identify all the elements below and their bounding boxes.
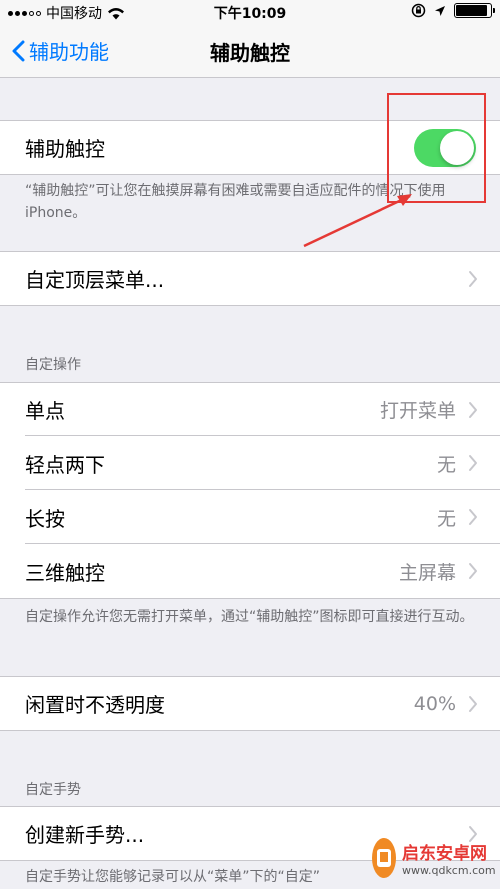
chevron-right-icon xyxy=(469,455,477,471)
watermark-logo-icon xyxy=(372,838,396,878)
action-row-double-tap[interactable]: 轻点两下 无 xyxy=(0,436,500,490)
action-label: 长按 xyxy=(25,506,65,531)
action-row-long-press[interactable]: 长按 无 xyxy=(0,490,500,544)
chevron-right-icon xyxy=(469,695,477,712)
action-label: 三维触控 xyxy=(25,560,105,585)
chevron-right-icon xyxy=(469,563,477,579)
action-value: 无 xyxy=(436,453,456,476)
custom-gestures-header: 自定手势 xyxy=(25,782,81,798)
custom-actions-footer: 自定操作允许您无需打开菜单，通过“辅助触控”图标即可直接进行互动。 xyxy=(25,609,474,625)
action-value: 主屏幕 xyxy=(398,561,456,584)
chevron-right-icon xyxy=(469,509,477,525)
action-label: 轻点两下 xyxy=(25,452,105,477)
action-value: 打开菜单 xyxy=(379,400,456,422)
watermark-url: www.qdkcm.com xyxy=(402,864,496,877)
annotation-highlight-box xyxy=(387,93,486,203)
custom-actions-header: 自定操作 xyxy=(25,357,81,373)
action-row-3d-touch[interactable]: 三维触控 主屏幕 xyxy=(0,544,500,599)
navigation-bar: 辅助功能 辅助触控 xyxy=(0,24,500,78)
idle-opacity-row[interactable]: 闲置时不透明度 40% xyxy=(0,676,500,731)
assistive-touch-label: 辅助触控 xyxy=(25,137,105,161)
battery-fill xyxy=(456,5,487,16)
action-label: 单点 xyxy=(25,399,65,423)
idle-opacity-value: 40% xyxy=(413,692,456,715)
customize-menu-row[interactable]: 自定顶层菜单... xyxy=(0,251,500,306)
customize-menu-label: 自定顶层菜单... xyxy=(25,268,165,292)
status-right xyxy=(411,3,495,18)
idle-opacity-label: 闲置时不透明度 xyxy=(25,693,165,717)
action-row-single-tap[interactable]: 单点 打开菜单 xyxy=(0,382,500,436)
battery-icon xyxy=(454,3,495,18)
create-gesture-label: 创建新手势... xyxy=(25,823,145,847)
location-icon xyxy=(435,5,445,16)
page-title: 辅助触控 xyxy=(210,41,290,65)
status-bar: 中国移动 下午10:09 xyxy=(0,0,500,24)
watermark-title: 启东安卓网 xyxy=(402,844,487,864)
chevron-right-icon xyxy=(469,270,477,287)
action-value: 无 xyxy=(436,507,456,530)
rotation-lock-icon xyxy=(411,3,426,18)
chevron-right-icon xyxy=(469,401,477,418)
watermark-text: 启东安卓网 www.qdkcm.com xyxy=(402,839,496,877)
watermark: 启东安卓网 www.qdkcm.com xyxy=(372,833,496,883)
